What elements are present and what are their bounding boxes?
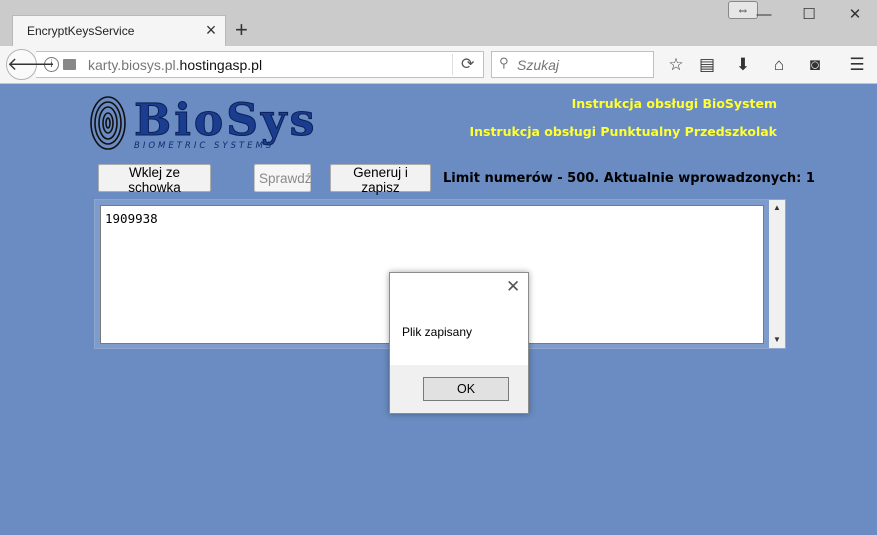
paste-button[interactable]: Wklej ze schowka xyxy=(98,164,211,195)
dialog-message: Plik zapisany xyxy=(402,325,473,339)
back-arrow-icon: 🡐 xyxy=(7,54,56,74)
link-przedszkolak-manual[interactable]: Instrukcja obsługi Punktualny Przedszkol… xyxy=(469,124,777,139)
download-icon[interactable]: ⬇ xyxy=(732,54,754,76)
dialog-close-icon[interactable]: ✕ xyxy=(506,277,520,297)
url-bar[interactable]: i karty.biosys.pl.hostingasp.pl ⟳ xyxy=(36,51,484,78)
url-text[interactable]: karty.biosys.pl.hostingasp.pl xyxy=(88,57,262,73)
nav-toolbar: i karty.biosys.pl.hostingasp.pl ⟳ 🡐 ⚲ ☆ … xyxy=(0,46,877,84)
logo-subtitle: BIOMETRIC SYSTEMS xyxy=(134,141,274,151)
header-links: Instrukcja obsługi BioSystem Instrukcja … xyxy=(469,96,777,152)
page-icon xyxy=(63,59,76,70)
tab-strip: EncryptKeysService × + ⇔ — ☐ ✕ xyxy=(0,0,877,47)
reading-list-icon[interactable]: ▤ xyxy=(696,54,718,76)
dialog-footer: OK xyxy=(390,365,528,413)
tab-close-icon[interactable]: × xyxy=(203,21,219,39)
bookmark-star-icon[interactable]: ☆ xyxy=(665,54,687,76)
minimize-icon[interactable]: — xyxy=(749,4,779,26)
new-tab-icon[interactable]: + xyxy=(235,19,248,41)
search-bar[interactable]: ⚲ xyxy=(491,51,654,78)
reload-icon[interactable]: ⟳ xyxy=(452,54,474,75)
maximize-icon[interactable]: ☐ xyxy=(794,4,824,26)
pocket-icon[interactable]: ◙ xyxy=(804,54,826,76)
check-button[interactable]: Sprawdź xyxy=(254,164,312,192)
link-biosystem-manual[interactable]: Instrukcja obsługi BioSystem xyxy=(469,96,777,111)
message-dialog: ✕ Plik zapisany OK xyxy=(389,272,529,414)
generate-save-button[interactable]: Generuj i zapisz xyxy=(330,164,431,195)
home-icon[interactable]: ⌂ xyxy=(768,54,790,76)
biosys-logo: BioSys BIOMETRIC SYSTEMS xyxy=(90,95,317,151)
limit-text: Limit numerów - 500. Aktualnie wprowadzo… xyxy=(443,171,815,186)
menu-icon[interactable]: ☰ xyxy=(846,54,868,76)
ok-button[interactable]: OK xyxy=(423,377,509,401)
back-button[interactable]: 🡐 xyxy=(6,49,55,80)
tab-title: EncryptKeysService xyxy=(27,24,135,38)
browser-tab[interactable]: EncryptKeysService × xyxy=(12,15,226,47)
search-input[interactable] xyxy=(517,57,647,73)
url-prefix: karty.biosys.pl. xyxy=(88,57,180,73)
scroll-up-icon[interactable]: ▲ xyxy=(769,201,785,215)
url-host: hostingasp.pl xyxy=(179,57,263,73)
search-icon: ⚲ xyxy=(499,55,509,70)
scroll-down-icon[interactable]: ▼ xyxy=(769,333,785,347)
textarea-scrollbar[interactable]: ▲ ▼ xyxy=(769,200,785,348)
logo-text: BioSys xyxy=(134,95,317,146)
fingerprint-icon xyxy=(90,96,126,150)
window-close-icon[interactable]: ✕ xyxy=(840,4,870,26)
